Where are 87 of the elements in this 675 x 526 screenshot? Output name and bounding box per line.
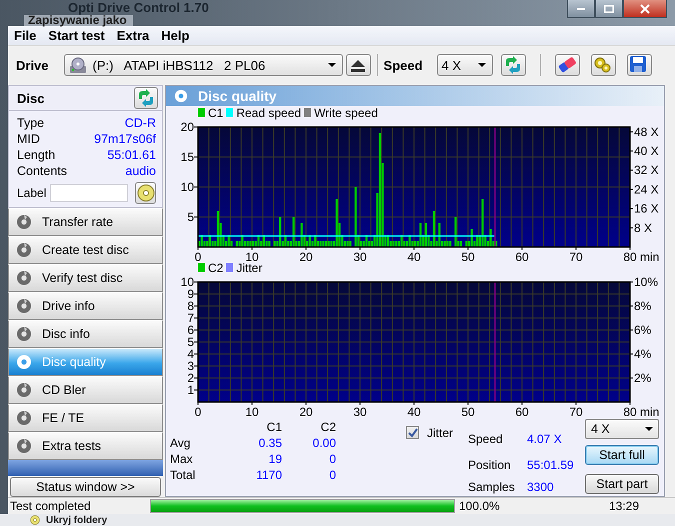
axis-label: 6 <box>187 323 194 338</box>
stat-value: 0 <box>328 452 336 466</box>
axis-label: 30 <box>353 250 367 262</box>
axis-label: 5 <box>187 335 194 350</box>
axis-label: 30 <box>353 405 367 416</box>
status-message: Test completed <box>9 499 92 514</box>
info-value: 97m17s06f <box>94 132 156 146</box>
axis-label: 10 <box>180 275 194 290</box>
stat-value: 1170 <box>255 468 282 482</box>
speed-label: Speed <box>384 58 423 73</box>
legend-label: Write speed <box>314 106 378 119</box>
stat-value: 0.35 <box>258 436 282 450</box>
legend-label: Jitter <box>236 262 262 274</box>
axis-label: 10% <box>634 275 658 290</box>
info-label: MID <box>17 132 40 146</box>
axis-label: 40 <box>407 405 421 416</box>
background-window-title: Zapisywanie jako <box>24 15 133 26</box>
info-label: Contents <box>17 164 68 178</box>
reading-label: Position <box>468 458 512 472</box>
axis-label: 70 <box>569 405 583 416</box>
row-label: Avg <box>170 436 192 450</box>
axis-label: 7 <box>187 311 194 326</box>
axis-label: 4 <box>187 347 194 362</box>
axis-label: 70 <box>569 250 583 262</box>
progress-percent: 100.0% <box>459 499 501 514</box>
axis-label: 80 <box>623 250 637 262</box>
info-label: Type <box>17 116 44 130</box>
axis-label: 2 <box>187 371 194 386</box>
axis-label: 20 <box>299 405 313 416</box>
axis-label: 8% <box>634 299 652 314</box>
axis-label: 40 <box>407 250 421 262</box>
info-value: audio <box>125 164 156 178</box>
axis-label: 50 <box>461 250 475 262</box>
legend-label: C1 <box>208 106 224 119</box>
axis-label: 20 <box>180 120 194 134</box>
axis-label: 80 <box>623 405 637 416</box>
axis-label: 5 <box>187 210 194 224</box>
axis-label: 10 <box>180 180 194 194</box>
reading-label: Samples <box>468 480 516 494</box>
info-value: 55:01.61 <box>107 148 156 162</box>
legend-label: C2 <box>208 262 224 274</box>
axis-label: 40 X <box>634 144 659 158</box>
background-item: Ukryj foldery <box>46 514 108 526</box>
stat-value: 0.00 <box>312 436 336 450</box>
column-header: C2 <box>320 420 336 434</box>
axis-label: 16 X <box>634 202 659 216</box>
column-header: C1 <box>266 420 282 434</box>
panel-title: Disc quality <box>198 88 277 104</box>
axis-label: 0 <box>194 405 202 416</box>
axis-label: 1 <box>187 383 194 398</box>
row-label: Max <box>170 452 194 466</box>
axis-label: 4% <box>634 347 652 362</box>
axis-label: 8 X <box>634 221 652 236</box>
checkbox-label: Jitter <box>427 426 454 440</box>
axis-label: 8 <box>187 299 194 314</box>
axis-label: 60 <box>515 250 529 262</box>
axis-label: 48 X <box>634 125 659 140</box>
axis-label: 10 <box>245 405 259 416</box>
info-value: CD-R <box>124 116 156 130</box>
row-label: Total <box>170 468 196 482</box>
reading-value: 4.07 X <box>527 432 563 446</box>
stat-value: 19 <box>268 452 282 466</box>
reading-value: 3300 <box>527 480 555 494</box>
legend-label: Read speed <box>236 106 302 119</box>
axis-title: min <box>640 405 660 416</box>
axis-title: min <box>640 250 660 262</box>
axis-label: 2% <box>634 371 652 386</box>
axis-label: 20 <box>299 250 313 262</box>
axis-label: 6% <box>634 323 652 338</box>
status-time: 13:29 <box>609 499 640 514</box>
axis-label: 9 <box>187 287 194 302</box>
axis-label: 24 X <box>634 182 659 197</box>
axis-label: 10 <box>245 250 259 262</box>
axis-label: 32 X <box>634 163 659 178</box>
stat-value: 0 <box>328 468 336 482</box>
panel-title: Disc <box>17 90 44 106</box>
info-label: Label <box>17 186 46 200</box>
axis-label: 60 <box>515 405 529 416</box>
info-label: Length <box>17 148 56 162</box>
reading-label: Speed <box>468 432 504 446</box>
axis-label: 0 <box>194 250 202 262</box>
reading-value: 55:01.59 <box>527 458 575 472</box>
axis-label: 15 <box>180 150 194 164</box>
axis-label: 3 <box>187 359 194 374</box>
window-title: Opti Drive Control 1.70 <box>68 1 209 15</box>
axis-label: 50 <box>461 405 475 416</box>
drive-label: Drive <box>16 58 49 73</box>
